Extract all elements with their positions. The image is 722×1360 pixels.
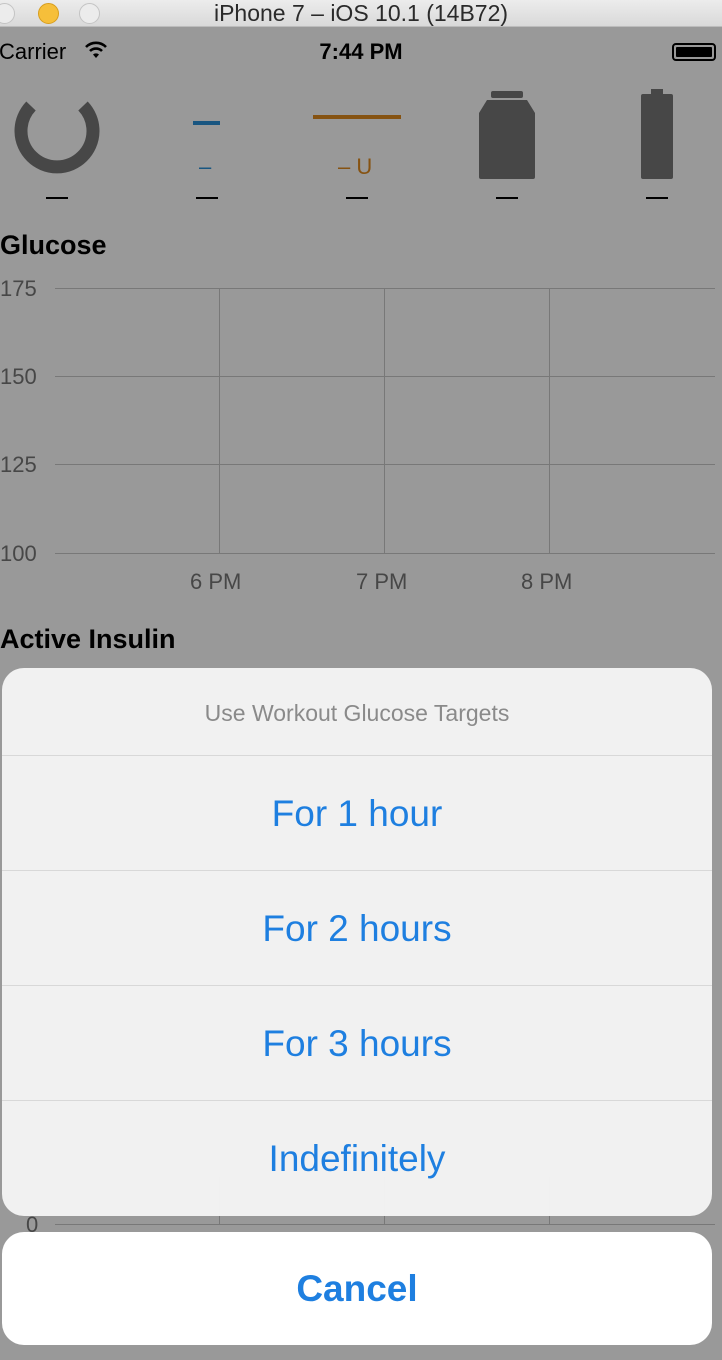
app-screen: Carrier 7:44 PM — – — – U — —	[0, 27, 722, 1360]
simulator-title-bar: iPhone 7 – iOS 10.1 (14B72)	[0, 0, 722, 27]
window-title: iPhone 7 – iOS 10.1 (14B72)	[213, 0, 509, 26]
cancel-button[interactable]: Cancel	[2, 1232, 712, 1345]
action-sheet-title: Use Workout Glucose Targets	[2, 668, 712, 756]
option-2-hours-button[interactable]: For 2 hours	[2, 871, 712, 986]
option-3-hours-button[interactable]: For 3 hours	[2, 986, 712, 1101]
option-1-hour-button[interactable]: For 1 hour	[2, 756, 712, 871]
workout-targets-action-sheet: Use Workout Glucose Targets For 1 hour F…	[2, 668, 712, 1216]
option-indefinitely-button[interactable]: Indefinitely	[2, 1101, 712, 1216]
